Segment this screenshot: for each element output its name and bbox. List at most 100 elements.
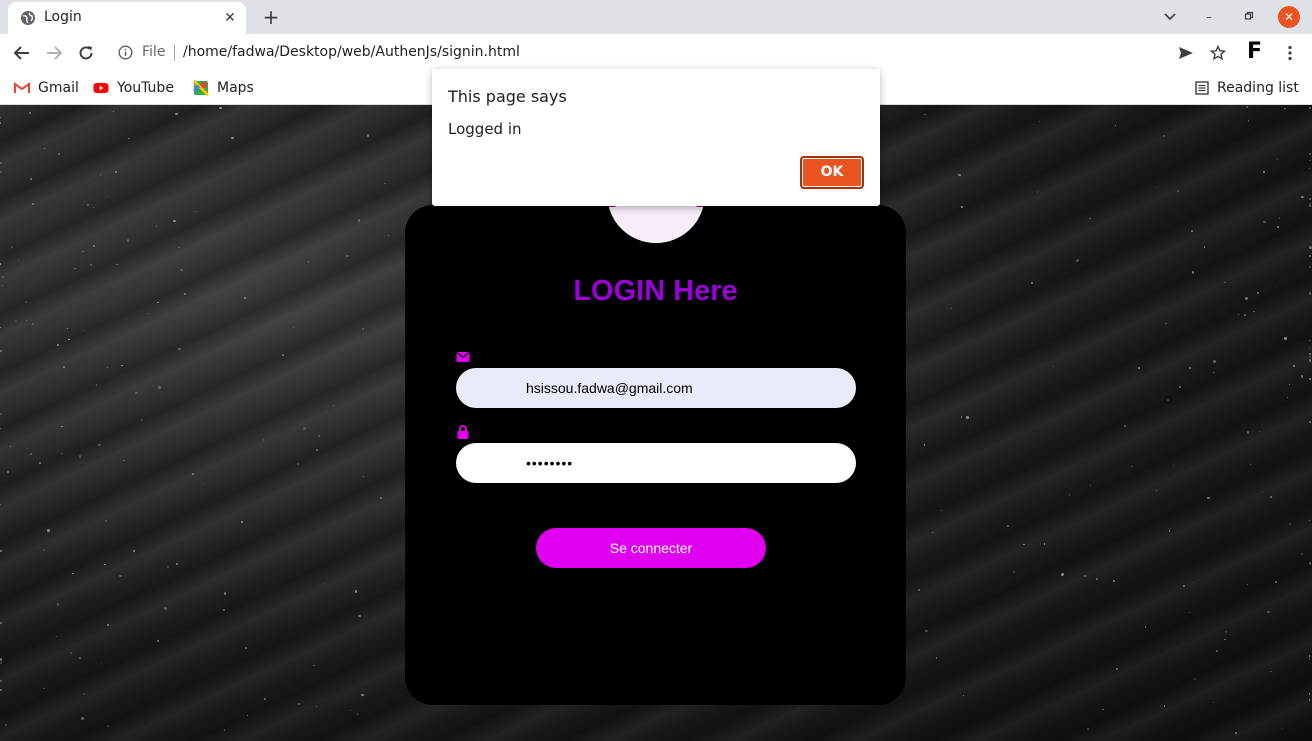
sand-speck (135, 392, 138, 395)
sand-speck (6, 470, 9, 473)
reading-list-button[interactable]: Reading list (1195, 78, 1299, 98)
sand-speck (29, 112, 32, 115)
sand-speck (112, 110, 114, 113)
sand-speck (1189, 611, 1191, 613)
window-close-button[interactable]: ✕ (1278, 6, 1300, 28)
sand-speck (917, 589, 920, 591)
ok-button[interactable]: OK (800, 156, 864, 189)
sand-speck (183, 293, 186, 296)
sand-speck (298, 703, 300, 705)
sand-speck (307, 260, 310, 263)
sand-speck (0, 326, 2, 328)
sand-speck (57, 152, 61, 156)
sand-speck (1095, 577, 1098, 581)
minimize-button[interactable]: – (1198, 6, 1220, 28)
bookmark-youtube[interactable]: YouTube (93, 78, 174, 98)
bookmark-label: Gmail (38, 80, 79, 96)
sand-speck (1247, 120, 1250, 122)
sand-speck (67, 338, 70, 341)
sand-speck (1115, 667, 1119, 670)
sand-speck (78, 455, 81, 458)
sand-speck (1309, 352, 1312, 355)
sand-speck (1287, 397, 1289, 399)
sand-speck (1309, 339, 1311, 342)
login-button[interactable]: Se connecter (536, 528, 766, 568)
sand-speck (1235, 731, 1238, 734)
sand-speck (30, 453, 33, 456)
sand-speck (1193, 677, 1197, 681)
sand-speck (940, 509, 943, 512)
sand-speck (386, 737, 388, 739)
bookmark-star-icon[interactable] (1207, 42, 1229, 64)
sand-speck (325, 410, 327, 412)
sand-speck (932, 531, 934, 533)
sand-speck (1270, 670, 1272, 672)
sand-speck (99, 174, 102, 176)
sand-speck (224, 592, 227, 595)
sand-speck (0, 162, 2, 165)
sand-speck (223, 608, 225, 611)
tab-login[interactable]: Login ✕ (8, 2, 246, 34)
address-bar[interactable]: /home/fadwa/Desktop/web/AuthenJs/signin.… (183, 44, 520, 60)
sand-speck (61, 425, 63, 427)
sand-speck (387, 235, 389, 237)
forward-icon[interactable] (42, 41, 66, 65)
sand-speck (924, 444, 926, 446)
sand-speck (1, 284, 3, 286)
sand-speck (1309, 693, 1311, 695)
sand-speck (1155, 186, 1157, 188)
bookmark-label: YouTube (117, 80, 174, 96)
tab-search-icon[interactable] (1159, 6, 1181, 28)
sand-speck (241, 521, 243, 523)
sand-speck (1263, 220, 1266, 224)
sand-speck (74, 267, 77, 270)
sand-speck (1176, 189, 1180, 193)
sand-speck (0, 428, 2, 430)
bookmark-maps[interactable]: Maps (193, 78, 254, 98)
sand-speck (70, 651, 72, 654)
sand-speck (303, 427, 306, 431)
sand-speck (332, 405, 334, 407)
sand-speck (121, 364, 124, 367)
sand-speck (1087, 728, 1090, 731)
restore-button[interactable] (1238, 6, 1260, 28)
sand-speck (318, 435, 321, 438)
lock-icon (457, 425, 469, 439)
sand-speck (1288, 384, 1290, 386)
sand-speck (0, 504, 2, 506)
sand-speck (1300, 375, 1304, 378)
sand-speck (175, 113, 178, 116)
sand-speck (72, 572, 74, 575)
send-icon[interactable] (1175, 42, 1197, 64)
profile-avatar[interactable]: F (1247, 39, 1262, 64)
sand-speck (1167, 399, 1169, 401)
bookmark-gmail[interactable]: Gmail (14, 78, 79, 98)
sand-speck (17, 260, 19, 262)
info-icon[interactable] (118, 45, 133, 60)
sand-speck (219, 106, 222, 110)
email-field[interactable] (456, 368, 856, 408)
sand-speck (89, 264, 93, 267)
back-icon[interactable] (10, 41, 34, 65)
sand-speck (82, 250, 84, 252)
sand-speck (203, 483, 206, 485)
new-tab-button[interactable]: + (259, 5, 283, 29)
sand-speck (924, 114, 926, 116)
reload-icon[interactable] (74, 41, 98, 65)
sand-speck (958, 173, 961, 176)
sand-speck (92, 207, 94, 209)
sand-speck (1192, 581, 1195, 584)
alert-dialog: This page says Logged in OK (432, 69, 880, 206)
sand-speck (194, 210, 197, 213)
sand-speck (1131, 465, 1133, 467)
sand-speck (0, 171, 3, 174)
sand-speck (1037, 191, 1039, 193)
sand-speck (56, 343, 59, 346)
menu-icon[interactable] (1279, 42, 1301, 64)
password-field[interactable] (456, 443, 856, 483)
sand-speck (0, 662, 3, 665)
close-tab-icon[interactable]: ✕ (220, 8, 240, 28)
sand-speck (263, 698, 266, 701)
sand-speck (42, 548, 45, 551)
sand-speck (128, 137, 130, 140)
